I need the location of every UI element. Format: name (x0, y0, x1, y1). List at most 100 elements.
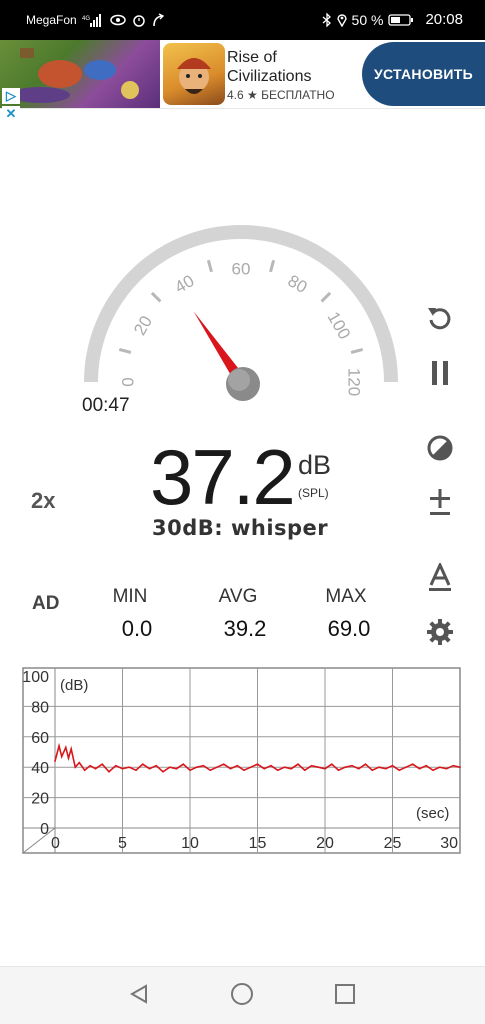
chart-data-point (65, 746, 67, 749)
chart-data-point (108, 770, 110, 773)
chart-data-point (70, 748, 72, 750)
gear-icon (427, 619, 453, 645)
ad-remove-label[interactable]: AD (32, 593, 59, 615)
chart-data-point (337, 769, 340, 772)
chart-data-point (364, 763, 367, 765)
recents-button[interactable] (330, 979, 360, 1009)
gauge-tick-label: 20 (130, 313, 156, 339)
ad-game-screenshot[interactable] (0, 40, 160, 108)
gauge-arc (84, 225, 398, 383)
chart-data-point (229, 767, 232, 770)
gauge-tick-label: 100 (324, 308, 355, 342)
chart-data-point (344, 766, 347, 768)
svg-text:4G: 4G (82, 16, 90, 22)
chart-x-tick-label: 20 (316, 835, 334, 852)
chart-data-point (371, 769, 374, 772)
chart-data-point (60, 755, 63, 758)
chart-data-point (121, 767, 124, 770)
noise-description: 30dB: whisper (152, 516, 329, 540)
chart-data-point (317, 766, 320, 768)
ad-app-title[interactable]: Rise of Civilizations (227, 48, 357, 86)
calibrate-button[interactable] (422, 485, 458, 521)
chart-data-point (452, 764, 455, 767)
battery-percent: 50 % (351, 11, 384, 28)
eye-icon (110, 14, 126, 26)
signal-icon: 4G (82, 14, 101, 27)
chart-data-point (94, 767, 97, 770)
chart-data-point (135, 769, 137, 772)
min-label: MIN (112, 586, 148, 607)
avg-label: AVG (218, 586, 258, 607)
back-icon (129, 984, 147, 1004)
chart-data-point (236, 764, 239, 767)
location-icon (336, 13, 347, 27)
chart-data-point (128, 766, 131, 768)
alarm-icon (133, 15, 145, 27)
chart-data-point (418, 767, 421, 770)
chart-data-point (222, 763, 225, 765)
sound-level-gauge: 0 20 40 60 80 100 120 (84, 225, 398, 401)
chart-data-point (310, 764, 313, 767)
chart-x-tick-label: 5 (118, 835, 127, 852)
gauge-minor-tick (320, 291, 332, 303)
home-icon (231, 983, 253, 1005)
gauge-minor-tick (206, 259, 213, 273)
chart-y-tick-label: 20 (31, 791, 49, 808)
chart-data-point (270, 764, 272, 767)
ad-banner[interactable]: ▷ ✕ Rise of Civilizations 4.6 ★ БЕСПЛАТН… (0, 40, 485, 122)
ad-choices[interactable]: ▷ ✕ (2, 88, 20, 122)
chart-y-tick-label: 100 (22, 669, 49, 686)
plus-minus-icon (430, 489, 450, 515)
gauge-tick-label: 40 (172, 271, 198, 297)
home-button[interactable] (227, 979, 257, 1009)
a-weighting-icon (429, 563, 451, 591)
chart-data-point (67, 757, 70, 759)
chart-x-tick-label: 30 (440, 835, 458, 852)
speed-toggle[interactable]: 2x (31, 488, 55, 514)
ad-close-icon[interactable]: ✕ (2, 106, 20, 122)
chart-data-point (445, 767, 448, 770)
gauge-tick-label: 60 (232, 259, 251, 278)
chart-data-point (330, 763, 333, 765)
chart-data-point (276, 769, 279, 772)
ad-app-icon[interactable] (163, 43, 225, 105)
gauge-tick-label: 0 (118, 377, 137, 386)
warrior-icon (177, 58, 211, 94)
chart-y-tick-label: 0 (40, 821, 49, 838)
reset-button[interactable] (422, 300, 458, 336)
chart-data-point (101, 763, 104, 765)
chart-data-point (155, 764, 158, 767)
clock-time: 20:08 (425, 11, 463, 28)
chart-data-point (411, 763, 414, 765)
chart-data-point (54, 760, 56, 762)
status-icons-right: 50 % 20:08 (322, 11, 463, 28)
weighting-button[interactable] (422, 560, 458, 596)
pause-button[interactable] (422, 355, 458, 391)
chart-data-point (438, 766, 441, 768)
ad-game-art (10, 48, 139, 103)
chart-y-tick-label: 60 (31, 730, 49, 747)
gauge-minor-tick (350, 347, 364, 354)
ad-info-icon[interactable]: ▷ (2, 88, 20, 104)
max-label: MAX (325, 586, 367, 607)
chart-data-point (432, 769, 434, 772)
chart-data-point (74, 766, 77, 768)
chart-data-point (83, 769, 86, 772)
theme-toggle-button[interactable] (422, 430, 458, 466)
back-button[interactable] (124, 979, 154, 1009)
bluetooth-icon (322, 12, 331, 27)
chart-x-tick-label: 0 (51, 835, 60, 852)
chart-data-point (297, 763, 299, 765)
ad-install-button[interactable]: УСТАНОВИТЬ (362, 42, 485, 106)
chart-data-point (283, 766, 286, 768)
chart-x-unit: (sec) (416, 805, 449, 822)
chart-data-point (405, 766, 407, 768)
chart-data-point (148, 767, 151, 770)
chart-data-point (89, 764, 91, 767)
chart-data-point (175, 767, 178, 770)
settings-button[interactable] (422, 614, 458, 650)
gauge-minor-tick (118, 347, 132, 354)
chart-data-point (357, 767, 360, 770)
chart-data-point (202, 764, 205, 767)
status-icons-left: 4G (82, 9, 164, 31)
